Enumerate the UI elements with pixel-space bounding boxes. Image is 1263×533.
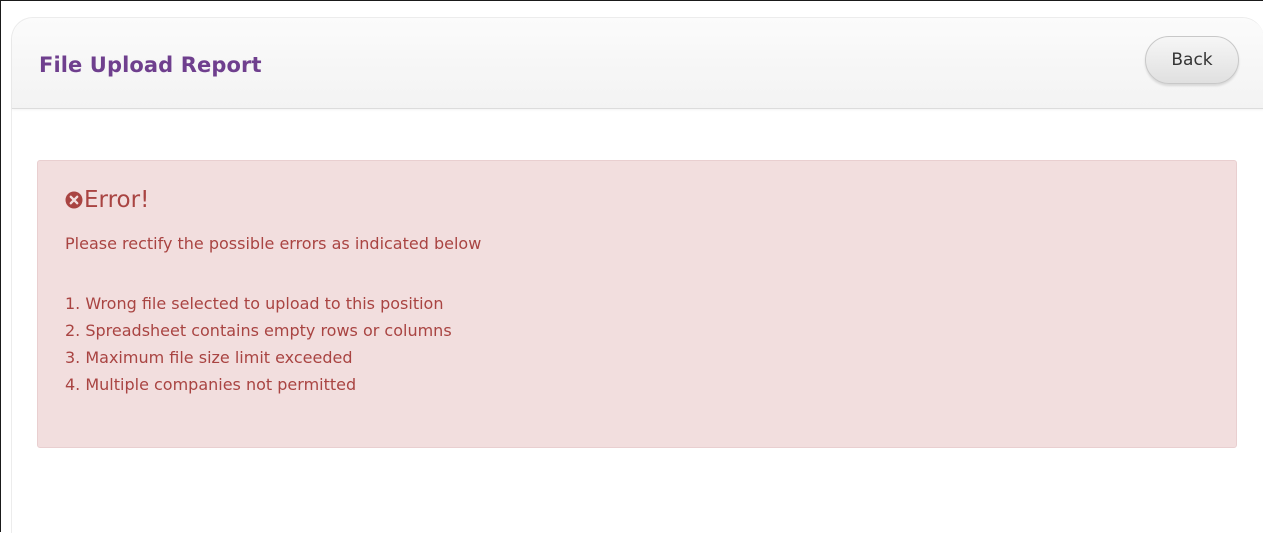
alert-heading: Error! — [65, 187, 149, 213]
error-item: 3. Maximum file size limit exceeded — [65, 348, 353, 367]
error-alert: Error! Please rectify the possible error… — [37, 160, 1237, 448]
back-button[interactable]: Back — [1145, 36, 1239, 84]
error-item: 4. Multiple companies not permitted — [65, 375, 357, 394]
page-title: File Upload Report — [39, 53, 262, 77]
error-item: 2. Spreadsheet contains empty rows or co… — [65, 321, 452, 340]
error-item: 1. Wrong file selected to upload to this… — [65, 294, 444, 313]
alert-message: Please rectify the possible errors as in… — [65, 234, 482, 253]
panel-header: File Upload Report Back — [12, 18, 1263, 109]
alert-heading-text: Error! — [84, 187, 150, 213]
error-list: 1. Wrong file selected to upload to this… — [65, 290, 452, 398]
times-circle-icon — [65, 191, 83, 209]
page-frame: File Upload Report Back Error! Please re… — [0, 0, 1263, 533]
